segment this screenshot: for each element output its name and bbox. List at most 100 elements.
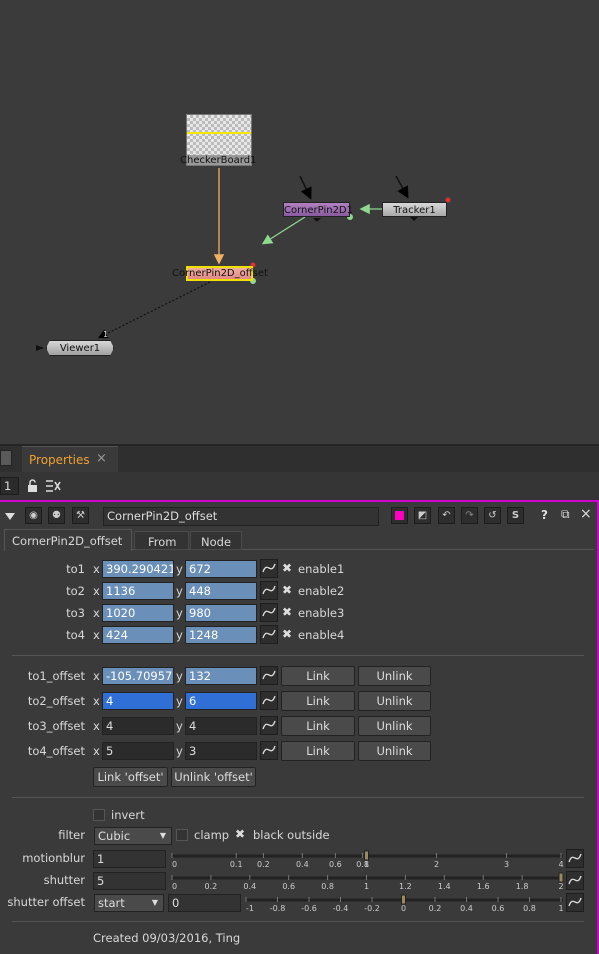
tab-properties[interactable]: Properties × (22, 446, 118, 472)
shutter-slider-tick-label: 1 (364, 882, 369, 891)
link-button[interactable]: Link (281, 691, 355, 711)
shutter-offset-slider-handle[interactable] (401, 894, 406, 905)
revert-icon[interactable]: ↺ (484, 507, 501, 524)
motionblur-slider-tick-label: 0 (172, 860, 177, 869)
unlink-button[interactable]: Unlink (358, 691, 431, 711)
offset-y-field[interactable]: 132 (185, 667, 257, 685)
clamp-label: clamp (194, 828, 230, 842)
tab-node[interactable]: Node (190, 531, 242, 550)
collapse-icon[interactable] (4, 510, 16, 522)
offset-x-field[interactable]: 5 (102, 742, 174, 760)
offset-x-field[interactable]: -105.70957 (102, 667, 174, 685)
shutter-field[interactable]: 5 (93, 872, 166, 890)
offset-y-field[interactable]: 6 (185, 692, 257, 710)
to-x-field[interactable]: 1136 (102, 582, 174, 600)
unlink-button[interactable]: Unlink (358, 741, 431, 761)
to-y-field[interactable]: 1248 (185, 626, 257, 644)
pane-menu-icon[interactable] (0, 450, 12, 466)
viewer-connection (97, 281, 211, 339)
cornerpin2d-node[interactable]: CornerPin2D1 (283, 202, 353, 217)
animation-curve-icon[interactable] (260, 691, 278, 710)
animation-curve-icon[interactable] (260, 581, 278, 600)
link-button[interactable]: Link (281, 741, 355, 761)
invert-checkbox[interactable] (93, 809, 105, 821)
offset-x-value: -105.70957 (106, 669, 173, 683)
motionblur-animation-icon[interactable] (566, 849, 584, 868)
clamp-checkbox[interactable] (176, 829, 188, 841)
gl-color-icon[interactable]: ◩ (414, 507, 431, 524)
shutter-offset-slider[interactable]: -1 -0.8 -0.6 -0.4 -0.2 0 0.2 0.4 0.6 0.8 1 (244, 892, 567, 914)
animation-curve-icon[interactable] (260, 716, 278, 735)
shutter-slider-handle[interactable] (558, 872, 564, 883)
node-graph[interactable]: CheckerBoard1 CornerPin2D1 Tracker1 Corn… (0, 0, 599, 444)
tab-cornerpin2d-offset[interactable]: CornerPin2D_offset (4, 529, 132, 551)
animation-curve-icon[interactable] (260, 625, 278, 644)
clear-panels-icon[interactable] (45, 479, 61, 493)
animation-curve-icon[interactable] (260, 559, 278, 578)
enable-checkbox[interactable]: ✖ (282, 605, 292, 619)
node-name-field[interactable]: CornerPin2D_offset (103, 507, 379, 526)
properties-toolbar: 1 (0, 472, 599, 500)
link-offset-label: Link 'offset' (97, 770, 164, 784)
tracker-input-arrow (395, 175, 409, 199)
tab-from[interactable]: From (134, 531, 189, 550)
tracker-node[interactable]: Tracker1 (382, 202, 447, 217)
link-button[interactable]: Link (281, 666, 355, 686)
animation-curve-icon[interactable] (260, 666, 278, 685)
y-label: y (176, 694, 183, 708)
offset-y-field[interactable]: 3 (185, 742, 257, 760)
node-color-swatch[interactable] (391, 507, 408, 524)
to-y-field[interactable]: 980 (185, 604, 257, 622)
to-x-field[interactable]: 424 (102, 626, 174, 644)
tab-close-icon[interactable]: × (96, 451, 107, 466)
y-label: y (176, 584, 183, 598)
unlink-button[interactable]: Unlink (358, 666, 431, 686)
shutter-offset-animation-icon[interactable] (566, 893, 584, 912)
float-icon[interactable]: ⧉ (561, 507, 570, 522)
to-y-field[interactable]: 448 (185, 582, 257, 600)
viewer-node[interactable]: Viewer1 (46, 340, 114, 356)
script-icon[interactable]: S (507, 507, 524, 524)
redo-icon[interactable]: ↷ (461, 507, 478, 524)
panel-close-icon[interactable]: × (580, 506, 592, 522)
unlink-button-label: Unlink (376, 694, 413, 708)
offset-y-field[interactable]: 4 (185, 717, 257, 735)
animation-curve-icon[interactable] (260, 603, 278, 622)
motionblur-field[interactable]: 1 (93, 850, 166, 868)
shutter-offset-dropdown[interactable]: start ▼ (94, 894, 164, 912)
unlink-button[interactable]: Unlink (358, 716, 431, 736)
animation-curve-icon[interactable] (260, 741, 278, 760)
lock-icon[interactable] (26, 479, 40, 493)
max-panels-field[interactable]: 1 (0, 477, 19, 495)
shutter-animation-icon[interactable] (566, 871, 584, 890)
viewer-visibility-icon[interactable]: ◉ (25, 507, 42, 524)
undo-icon[interactable]: ↶ (438, 507, 455, 524)
to-x-value: 424 (106, 628, 128, 642)
enable-checkbox[interactable]: ✖ (282, 561, 292, 575)
black-outside-checkbox[interactable]: ✖ (235, 827, 245, 841)
offset-x-field[interactable]: 4 (102, 692, 174, 710)
motionblur-slider-handle[interactable] (364, 850, 369, 861)
to-y-field[interactable]: 672 (185, 560, 257, 578)
shutter-slider-tick-label: 0.2 (205, 882, 218, 891)
invert-label: invert (111, 808, 145, 822)
to-x-field[interactable]: 390.290421 (102, 560, 174, 578)
shutter-offset-slider-tick-label: 0.8 (523, 904, 536, 913)
shutter-slider-tick-label: 1.2 (399, 882, 412, 891)
link-button[interactable]: Link (281, 716, 355, 736)
shutter-slider[interactable]: 0 0.2 0.4 0.6 0.8 1 1.2 1.4 1.6 1.8 2 (170, 870, 567, 892)
link-offset-button[interactable]: Link 'offset' (93, 767, 168, 787)
to-x-field[interactable]: 1020 (102, 604, 174, 622)
shutter-offset-field[interactable]: 0 (168, 894, 241, 912)
enable-checkbox[interactable]: ✖ (282, 583, 292, 597)
help-icon[interactable]: ? (541, 508, 548, 522)
settings-wrench-icon[interactable]: ⚒ (72, 507, 89, 524)
enable-checkbox[interactable]: ✖ (282, 627, 292, 641)
offset-label: to1_offset (27, 669, 85, 683)
motionblur-slider[interactable]: 0 0.1 0.2 0.4 0.6 0.81 2 3 4 (170, 848, 567, 870)
offset-x-field[interactable]: 4 (102, 717, 174, 735)
node-graph-connections (36, 168, 451, 351)
unlink-offset-button[interactable]: Unlink 'offset' (171, 767, 256, 787)
node-tree-icon[interactable]: ⚉ (48, 507, 65, 524)
filter-dropdown[interactable]: Cubic ▼ (94, 827, 172, 845)
